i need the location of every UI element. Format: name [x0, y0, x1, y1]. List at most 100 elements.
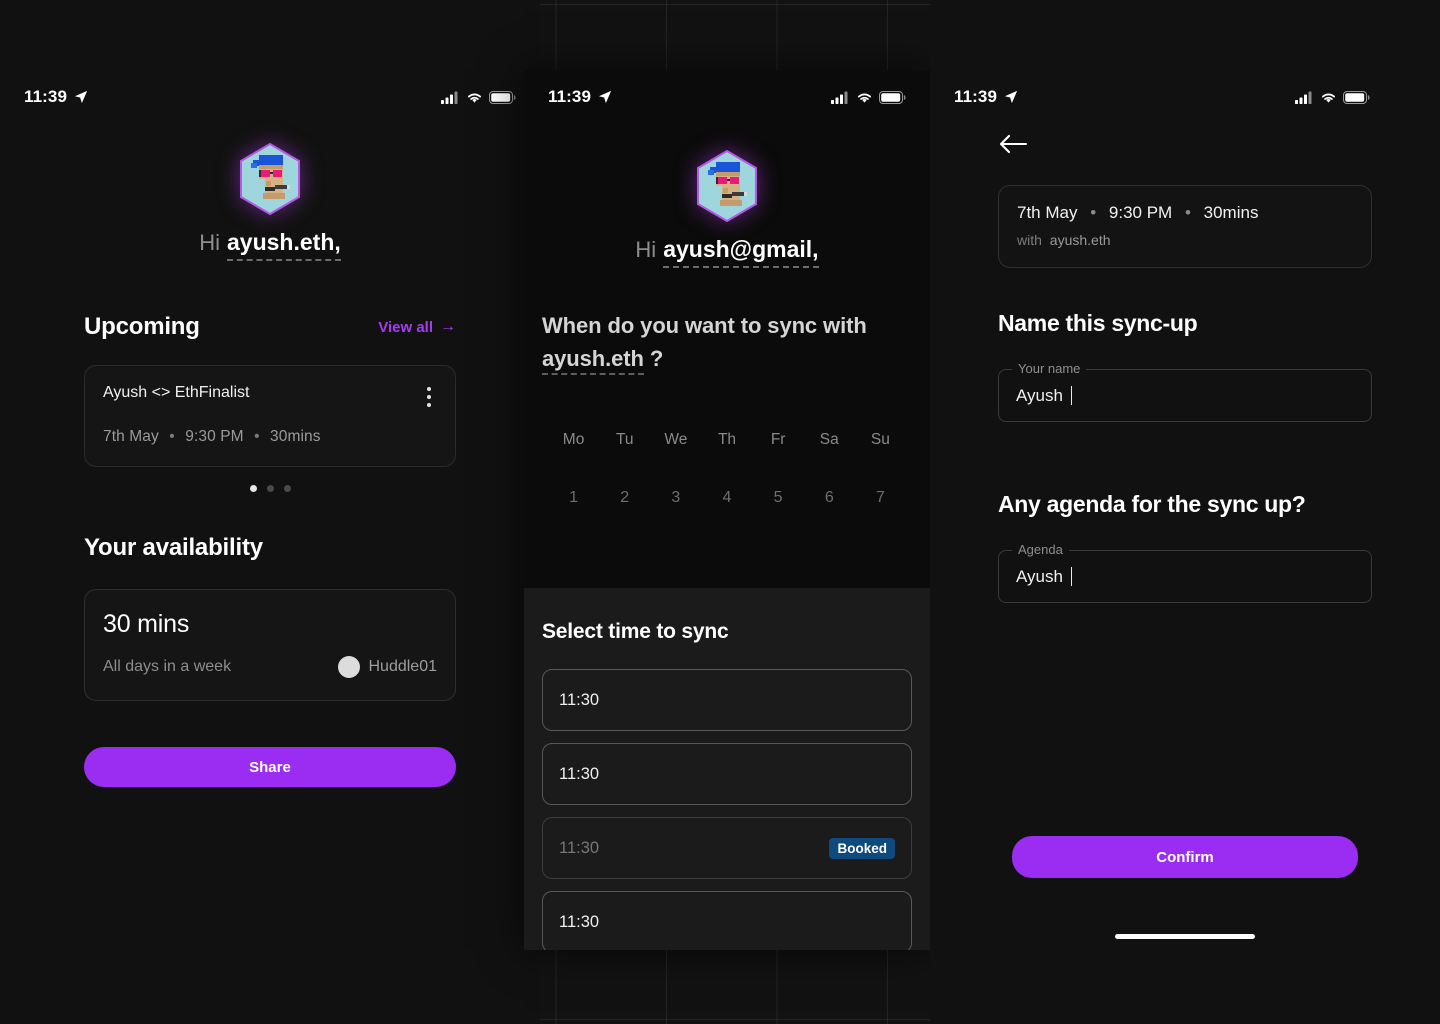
time-slot[interactable]: 11:30	[542, 743, 912, 805]
calendar-day-names-row: Mo Tu We Th Fr Sa Su	[548, 431, 906, 449]
pagination-dot[interactable]	[249, 485, 257, 492]
summary-duration: 30mins	[1203, 203, 1259, 222]
kebab-menu-icon[interactable]	[421, 384, 437, 410]
meeting-summary-card: 7th May • 9:30 PM • 30mins with ayush.et…	[998, 185, 1372, 268]
share-button[interactable]: Share	[84, 747, 456, 787]
time-slot-list[interactable]: 11:30 11:30 11:30 Booked 11:30	[524, 669, 930, 950]
meeting-duration: 30mins	[270, 428, 321, 445]
meeting-title: Ayush <> EthFinalist	[103, 384, 250, 401]
calendar-day-number[interactable]: 4	[701, 489, 752, 507]
screen-time-picker: 11:39 Hi ayush@gmail, When do you want t…	[524, 70, 930, 950]
agenda-label: Agenda	[1012, 542, 1069, 557]
calendar-day-name: Tu	[615, 431, 634, 449]
calendar-day-number[interactable]: 2	[599, 489, 650, 507]
greeting-prefix: Hi	[635, 237, 657, 262]
provider-chip: Huddle01	[337, 656, 438, 678]
availability-header: Your availability	[0, 534, 540, 562]
battery-icon	[879, 90, 906, 104]
sheet-title: Select time to sync	[542, 620, 729, 643]
agenda-value: Ayush	[1016, 567, 1072, 587]
summary-separator: •	[1090, 203, 1097, 222]
view-all-label: View all	[378, 318, 433, 336]
meeting-meta: 7th May • 9:30 PM • 30mins	[103, 428, 437, 446]
slot-time: 11:30	[559, 838, 600, 857]
summary-attendee: with ayush.eth	[1017, 232, 1353, 248]
your-name-field[interactable]: Your name Ayush	[998, 361, 1372, 422]
calendar-day-name: Su	[870, 431, 890, 449]
your-name-label: Your name	[1012, 361, 1087, 376]
summary-date: 7th May	[1017, 203, 1078, 222]
slot-time: 11:30	[559, 912, 600, 931]
greeting-picker: Hi ayush@gmail,	[524, 236, 930, 268]
avatar-home	[0, 143, 540, 215]
time-select-sheet: Select time to sync 11:30 11:30 11:30 Bo…	[524, 588, 930, 950]
avatar-picker	[524, 150, 930, 222]
sync-question-line1: When do you want to sync with	[542, 313, 867, 338]
slot-time: 11:30	[559, 764, 600, 783]
meeting-time: 9:30 PM	[185, 428, 244, 445]
agenda-section-title: Any agenda for the sync up?	[998, 491, 1306, 517]
calendar-day-number[interactable]: 5	[753, 489, 804, 507]
calendar-day-number[interactable]: 7	[855, 489, 906, 507]
availability-subtitle: All days in a week	[103, 658, 232, 675]
calendar-day-numbers-row: 1 2 3 4 5 6 7	[548, 449, 906, 507]
pixel-art-hexagon-avatar	[697, 150, 757, 222]
calendar-day-name: Th	[717, 431, 737, 449]
sync-question-mark: ?	[649, 345, 664, 371]
pagination-dot[interactable]	[283, 485, 291, 492]
screen-confirm: 11:39 7th May • 9:30 PM • 30mins with ay…	[930, 0, 1440, 1024]
meeting-date: 7th May	[103, 428, 159, 445]
arrow-left-icon	[999, 134, 1028, 154]
summary-with-name: ayush.eth	[1049, 232, 1111, 248]
upcoming-header: Upcoming View all →	[0, 313, 540, 341]
status-badge: Booked	[829, 837, 895, 859]
calendar-day-number[interactable]: 3	[650, 489, 701, 507]
confirm-button[interactable]: Confirm	[1012, 836, 1358, 878]
huddle01-logo-icon	[337, 656, 360, 678]
carousel-pagination[interactable]	[0, 485, 540, 492]
status-bar-picker: 11:39	[524, 82, 930, 112]
text-caret	[1070, 567, 1072, 586]
calendar-day-name: Mo	[562, 431, 585, 449]
summary-separator-2: •	[1184, 203, 1191, 222]
calendar-day-name: Sa	[819, 431, 839, 449]
availability-title: Your availability	[84, 534, 263, 561]
wifi-icon	[858, 93, 871, 103]
screenshot-stage: 11:39 Hi ayush.eth, Upcoming View all → …	[0, 0, 1440, 1024]
calendar-day-name: Fr	[770, 431, 786, 449]
agenda-field[interactable]: Agenda Ayush	[998, 542, 1372, 603]
upcoming-meeting-card[interactable]: Ayush <> EthFinalist 7th May • 9:30 PM •…	[84, 365, 456, 467]
provider-name: Huddle01	[368, 658, 438, 675]
greeting-prefix: Hi	[199, 230, 220, 255]
summary-meta: 7th May • 9:30 PM • 30mins	[1017, 203, 1353, 223]
availability-card[interactable]: 30 mins All days in a week Huddle01	[84, 589, 456, 701]
home-indicator	[1115, 934, 1255, 939]
upcoming-title: Upcoming	[84, 313, 200, 340]
greeting-home: Hi ayush.eth,	[0, 229, 540, 261]
calendar-day-number[interactable]: 6	[804, 489, 855, 507]
slot-time: 11:30	[559, 690, 600, 709]
availability-duration: 30 mins	[103, 610, 190, 638]
time-slot[interactable]: 11:30	[542, 891, 912, 950]
back-button[interactable]	[930, 133, 1096, 160]
sync-question-name: ayush.eth	[542, 345, 644, 375]
pagination-dot[interactable]	[266, 485, 274, 492]
summary-with-prefix: with	[1017, 232, 1042, 248]
summary-time: 9:30 PM	[1108, 203, 1173, 222]
meta-separator-2: •	[254, 428, 260, 445]
view-all-link[interactable]: View all →	[378, 319, 456, 336]
calendar-day-number[interactable]: 1	[548, 489, 599, 507]
picker-top-section: 11:39 Hi ayush@gmail, When do you want t…	[524, 70, 930, 588]
text-caret	[1070, 386, 1072, 405]
week-calendar[interactable]: Mo Tu We Th Fr Sa Su 1 2 3 4 5 6 7	[524, 431, 930, 507]
name-section-title: Name this sync-up	[998, 310, 1198, 336]
pixel-art-hexagon-avatar	[240, 143, 300, 215]
your-name-value: Ayush	[1016, 386, 1072, 406]
cellular-signal-icon	[831, 91, 848, 104]
time-slot-booked: 11:30 Booked	[542, 817, 912, 879]
meta-separator: •	[169, 428, 175, 445]
time-slot[interactable]: 11:30	[542, 669, 912, 731]
location-arrow-icon	[598, 90, 612, 104]
calendar-day-name: We	[664, 431, 688, 449]
greeting-username: ayush@gmail,	[663, 236, 819, 268]
